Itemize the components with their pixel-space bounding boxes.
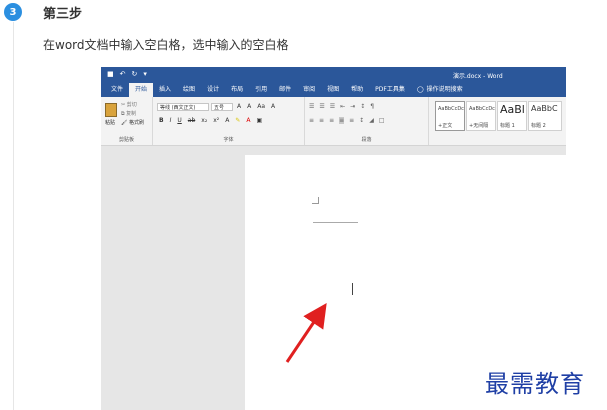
annotation-arrow bbox=[285, 303, 327, 363]
red-arrow-icon bbox=[285, 303, 327, 363]
watermark-logo: 最需教育 bbox=[485, 370, 585, 398]
